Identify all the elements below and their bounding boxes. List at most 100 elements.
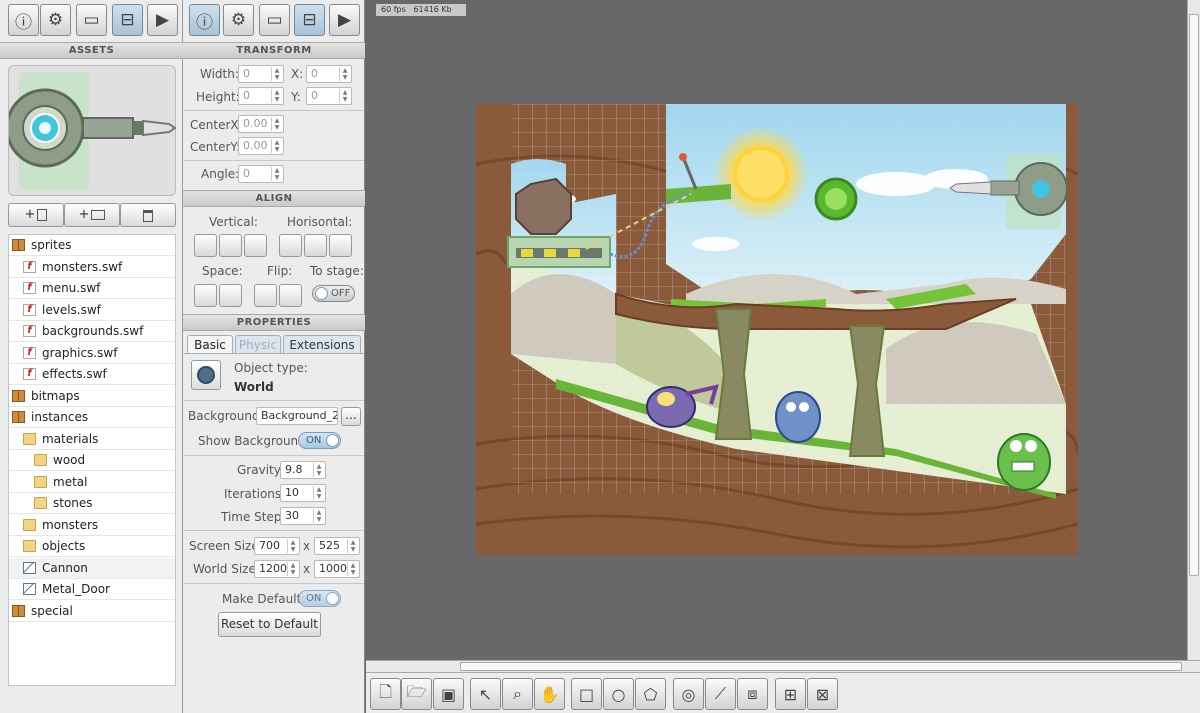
- new-folder-button[interactable]: +: [64, 203, 120, 227]
- rectangle-tool-button[interactable]: □: [571, 678, 602, 710]
- vertical-scrollbar[interactable]: [1187, 0, 1200, 660]
- timestep-input[interactable]: 30 ▲ ▼: [280, 507, 326, 525]
- tree-item[interactable]: Cannon: [9, 557, 175, 579]
- tree-item[interactable]: metal: [9, 472, 175, 493]
- to-stage-toggle[interactable]: OFF: [312, 285, 355, 302]
- tree-item[interactable]: materials: [9, 429, 175, 450]
- space-vertical-button[interactable]: [194, 284, 217, 307]
- stepper-arrows[interactable]: ▲ ▼: [271, 89, 282, 103]
- asset-tree[interactable]: sprites f monsters.swf f menu.swf f levels.swf…: [8, 234, 176, 686]
- tree-item[interactable]: instances: [9, 407, 175, 428]
- pointer-tool-button[interactable]: ↖: [470, 678, 501, 710]
- width-input[interactable]: 0 ▲ ▼: [238, 65, 284, 83]
- frame-tool-button[interactable]: ⧈: [737, 678, 768, 710]
- left-toolbar-play-button[interactable]: ▶: [147, 4, 178, 36]
- align-left-button[interactable]: [279, 234, 302, 257]
- game-world-canvas[interactable]: [476, 104, 1078, 555]
- iterations-input[interactable]: 10 ▲ ▼: [280, 484, 326, 502]
- tree-item[interactable]: f backgrounds.swf: [9, 321, 175, 342]
- stepper-arrows[interactable]: ▲ ▼: [287, 562, 298, 576]
- mid-toolbar-info-button[interactable]: ⓘ: [189, 4, 220, 36]
- stepper-arrows[interactable]: ▲ ▼: [287, 539, 298, 553]
- tree-item[interactable]: f menu.swf: [9, 278, 175, 299]
- tree-item[interactable]: f levels.swf: [9, 300, 175, 321]
- tree-item[interactable]: wood: [9, 450, 175, 471]
- stepper-arrows[interactable]: ▲ ▼: [313, 509, 324, 523]
- left-toolbar-inspector-button[interactable]: ⊟: [112, 4, 143, 36]
- stepper-arrows[interactable]: ▲ ▼: [313, 463, 324, 477]
- mid-toolbar-play-button[interactable]: ▶: [329, 4, 360, 36]
- asset-preview: [5, 65, 177, 196]
- polygon-tool-button[interactable]: ⬠: [635, 678, 666, 710]
- new-file-tool-button[interactable]: 🗋: [370, 678, 401, 710]
- left-toolbar-settings-button[interactable]: ⚙: [40, 4, 71, 36]
- space-horizontal-button[interactable]: [219, 284, 242, 307]
- background-browse-button[interactable]: ...: [341, 407, 361, 426]
- left-toolbar-monitor-button[interactable]: ▭: [76, 4, 107, 36]
- tree-item[interactable]: f effects.swf: [9, 364, 175, 385]
- mid-toolbar-inspector-button[interactable]: ⊟: [294, 4, 325, 36]
- stepper-arrows[interactable]: ▲ ▼: [339, 67, 350, 81]
- stepper-arrows[interactable]: ▲ ▼: [271, 67, 282, 81]
- stepper-arrows[interactable]: ▲ ▼: [271, 167, 282, 181]
- centery-input[interactable]: 0.00 ▲ ▼: [238, 137, 284, 155]
- tree-item[interactable]: Metal_Door: [9, 579, 175, 600]
- tab-physic[interactable]: Physic: [235, 335, 281, 354]
- stepper-arrows[interactable]: ▲ ▼: [271, 117, 282, 131]
- tab-extensions[interactable]: Extensions: [283, 335, 361, 354]
- show-background-toggle[interactable]: ON: [298, 432, 341, 449]
- align-top-button[interactable]: [194, 234, 217, 257]
- tree-item[interactable]: sprites: [9, 235, 175, 256]
- target-tool-button[interactable]: ◎: [673, 678, 704, 710]
- horizontal-scrollbar[interactable]: [366, 660, 1200, 672]
- align-center-button[interactable]: [304, 234, 327, 257]
- screen-height-input[interactable]: 525 ▲ ▼: [314, 537, 360, 555]
- flip-label: Flip:: [267, 264, 293, 278]
- stepper-arrows[interactable]: ▲ ▼: [339, 89, 350, 103]
- tree-item[interactable]: special: [9, 601, 175, 622]
- tree-item[interactable]: objects: [9, 536, 175, 557]
- flip-vertical-button[interactable]: [279, 284, 302, 307]
- group-tool-button[interactable]: ⊞: [775, 678, 806, 710]
- joint-tool-button[interactable]: ⟋: [705, 678, 736, 710]
- tree-item[interactable]: stones: [9, 493, 175, 514]
- tree-item[interactable]: bitmaps: [9, 386, 175, 407]
- x-input[interactable]: 0 ▲ ▼: [306, 65, 352, 83]
- stepper-arrows[interactable]: ▲ ▼: [347, 539, 358, 553]
- stepper-arrows[interactable]: ▲ ▼: [313, 486, 324, 500]
- ungroup-tool-button[interactable]: ⊠: [807, 678, 838, 710]
- make-default-toggle[interactable]: ON: [298, 590, 341, 607]
- reset-default-button[interactable]: Reset to Default: [218, 612, 321, 637]
- angle-input[interactable]: 0 ▲ ▼: [238, 165, 284, 183]
- gravity-input[interactable]: 9.8 ▲ ▼: [280, 461, 326, 479]
- screen-width-input[interactable]: 700 ▲ ▼: [254, 537, 300, 555]
- flip-horizontal-button[interactable]: [254, 284, 277, 307]
- align-right-button[interactable]: [329, 234, 352, 257]
- zoom-tool-button[interactable]: ⌕: [502, 678, 533, 710]
- stepper-arrows[interactable]: ▲ ▼: [347, 562, 358, 576]
- tree-item[interactable]: f monsters.swf: [9, 257, 175, 278]
- world-height-input[interactable]: 1000 ▲ ▼: [314, 560, 360, 578]
- tree-item[interactable]: monsters: [9, 515, 175, 536]
- tab-basic[interactable]: Basic: [187, 335, 233, 354]
- align-middle-button[interactable]: [219, 234, 242, 257]
- mid-toolbar-monitor-button[interactable]: ▭: [259, 4, 290, 36]
- centerx-input[interactable]: 0.00 ▲ ▼: [238, 115, 284, 133]
- open-folder-tool-button[interactable]: 🗁: [401, 678, 432, 710]
- new-asset-button[interactable]: +: [8, 203, 64, 227]
- tree-item[interactable]: f graphics.swf: [9, 343, 175, 364]
- align-bottom-button[interactable]: [244, 234, 267, 257]
- background-input[interactable]: Background_2_1: [256, 407, 338, 425]
- scroll-thumb[interactable]: [1189, 14, 1199, 576]
- world-width-input[interactable]: 1200 ▲ ▼: [254, 560, 300, 578]
- save-tool-button[interactable]: ▣: [433, 678, 464, 710]
- mid-toolbar-settings-button[interactable]: ⚙: [223, 4, 254, 36]
- delete-button[interactable]: [120, 203, 176, 227]
- left-toolbar-info-button[interactable]: ⓘ: [8, 4, 39, 36]
- height-input[interactable]: 0 ▲ ▼: [238, 87, 284, 105]
- hand-tool-button[interactable]: ✋: [534, 678, 565, 710]
- circle-tool-button[interactable]: ○: [603, 678, 634, 710]
- scroll-thumb-h[interactable]: [460, 662, 1182, 671]
- y-input[interactable]: 0 ▲ ▼: [306, 87, 352, 105]
- stepper-arrows[interactable]: ▲ ▼: [271, 139, 282, 153]
